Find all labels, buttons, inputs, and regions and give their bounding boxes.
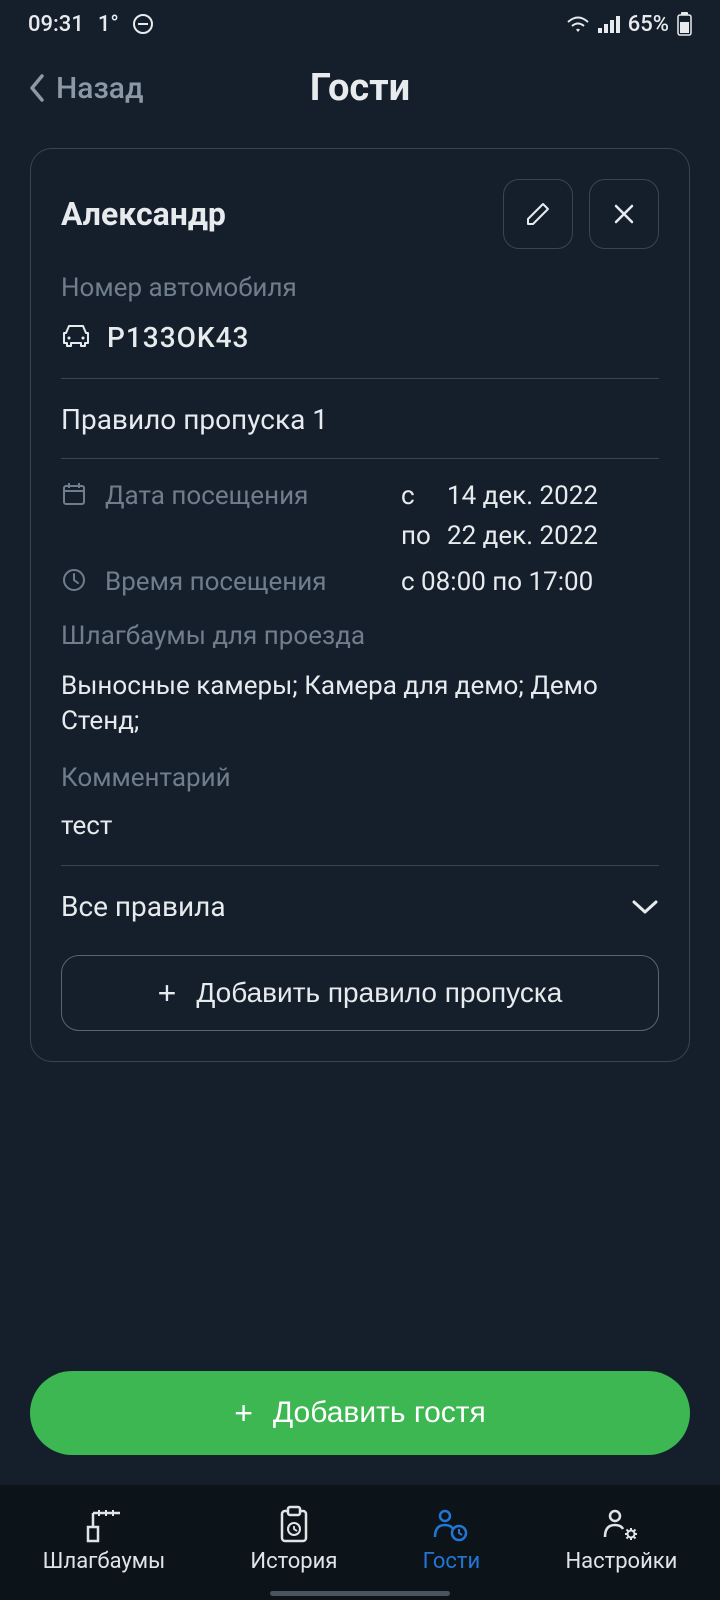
guest-name: Александр: [61, 195, 226, 233]
plus-icon: +: [158, 975, 177, 1012]
barriers-label: Шлагбаумы для проезда: [61, 621, 659, 651]
barrier-icon: [84, 1504, 124, 1546]
pencil-icon: [524, 200, 552, 228]
back-button[interactable]: Назад: [28, 71, 144, 106]
nav-settings[interactable]: Настройки: [565, 1504, 677, 1574]
nav-barriers[interactable]: Шлагбаумы: [43, 1504, 166, 1574]
nav-barriers-label: Шлагбаумы: [43, 1549, 166, 1574]
battery-icon: [677, 12, 692, 36]
comment-label: Комментарий: [61, 763, 659, 793]
bottom-nav: Шлагбаумы История Гости: [0, 1485, 720, 1600]
home-indicator[interactable]: [270, 1591, 450, 1596]
nav-settings-label: Настройки: [565, 1549, 677, 1574]
plus-icon: +: [234, 1395, 253, 1432]
car-icon: [61, 323, 91, 353]
add-rule-button[interactable]: + Добавить правило пропуска: [61, 955, 659, 1031]
all-rules-label: Все правила: [61, 890, 226, 923]
wifi-icon: [566, 14, 590, 34]
back-label: Назад: [56, 71, 144, 106]
calendar-icon: [61, 481, 87, 511]
add-guest-button[interactable]: + Добавить гостя: [30, 1371, 690, 1455]
rule-title: Правило пропуска 1: [61, 403, 659, 459]
status-bar: 09:31 1° 65%: [0, 0, 720, 48]
all-rules-toggle[interactable]: Все правила: [61, 890, 659, 923]
add-rule-label: Добавить правило пропуска: [196, 977, 562, 1009]
close-button[interactable]: [589, 179, 659, 249]
chevron-down-icon: [631, 899, 659, 915]
dnd-icon: [133, 14, 153, 34]
status-battery: 65%: [628, 12, 669, 37]
comment-value: тест: [61, 811, 659, 866]
clock-icon: [61, 567, 87, 597]
barriers-value: Выносные камеры; Камера для демо; Демо С…: [61, 669, 659, 739]
settings-icon: [601, 1504, 641, 1546]
chevron-left-icon: [28, 73, 46, 103]
signal-icon: [598, 15, 620, 33]
date-from-prefix: с: [401, 481, 437, 511]
date-to-prefix: по: [401, 521, 437, 551]
clipboard-icon: [276, 1504, 312, 1546]
nav-history-label: История: [250, 1549, 337, 1574]
date-label: Дата посещения: [105, 481, 308, 511]
close-icon: [612, 202, 636, 226]
time-value: с 08:00 по 17:00: [401, 567, 593, 597]
nav-guests-label: Гости: [423, 1549, 481, 1574]
date-to: 22 дек. 2022: [447, 521, 598, 551]
plate-value: P133OK43: [107, 321, 249, 354]
guest-card: Александр Номер автомобиля: [30, 148, 690, 1062]
plate-label: Номер автомобиля: [61, 273, 659, 303]
page-title: Гости: [310, 66, 410, 110]
guests-icon: [431, 1504, 471, 1546]
status-temp: 1°: [98, 12, 119, 37]
time-label: Время посещения: [105, 567, 327, 597]
edit-button[interactable]: [503, 179, 573, 249]
add-guest-label: Добавить гостя: [273, 1396, 486, 1430]
status-time: 09:31: [28, 12, 84, 37]
nav-history[interactable]: История: [250, 1504, 337, 1574]
date-from: 14 дек. 2022: [447, 481, 598, 511]
nav-guests[interactable]: Гости: [423, 1504, 481, 1574]
app-header: Назад Гости: [0, 48, 720, 128]
